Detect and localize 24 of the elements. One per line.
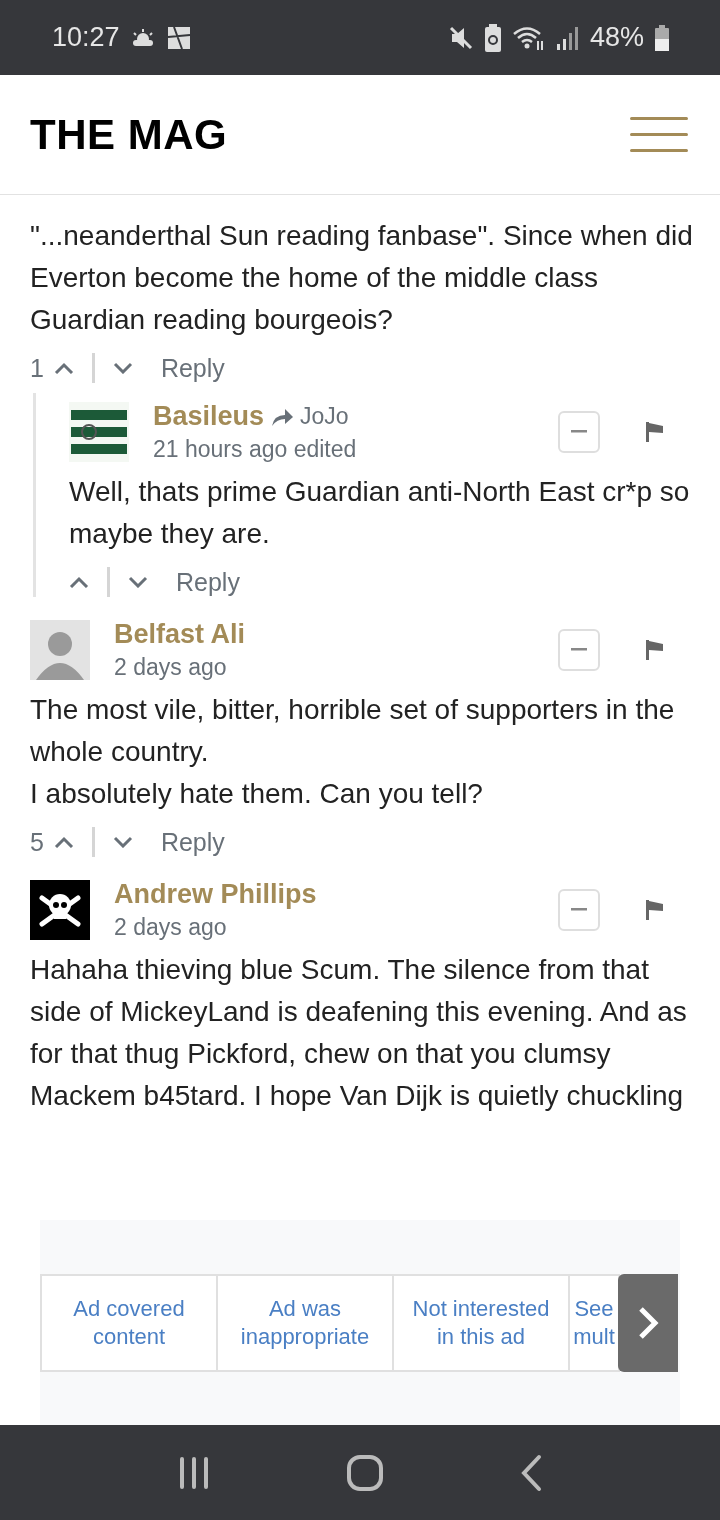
ad-feedback-option[interactable]: Ad covered content xyxy=(40,1273,218,1372)
comment-time: 2 days ago xyxy=(114,914,228,941)
author-name[interactable]: Basileus xyxy=(153,401,265,432)
author-name[interactable]: Andrew Phillips xyxy=(114,879,317,910)
reply-link[interactable]: Reply xyxy=(160,827,225,857)
comment-time: 21 hours ago edited xyxy=(153,436,358,463)
comment-text: The most vile, bitter, horrible set of supporters in the whole country. xyxy=(30,693,676,769)
comment-time: 2 days ago xyxy=(114,654,228,681)
ad-feedback-option[interactable]: See mult xyxy=(568,1273,620,1372)
reply-to-name[interactable]: JoJo xyxy=(300,403,349,430)
vote-count: 1 xyxy=(30,353,44,383)
vote-count: 5 xyxy=(30,827,44,857)
ad-feedback-option[interactable]: Not interested in this ad xyxy=(392,1273,570,1372)
reply-link[interactable]: Reply xyxy=(176,567,240,597)
battery-percentage: 48% xyxy=(589,22,644,53)
comment-text: Well, thats prime Guardian anti-North East cr*p so maybe they are. xyxy=(69,475,691,551)
comment-text: I absolutely hate them. Can you tell? xyxy=(30,777,484,811)
comment-text: "...neanderthal Sun reading fanbase". Since when did Everton become the home of the middle class Guardian reading bourgeois? xyxy=(30,219,694,337)
author-name[interactable]: Belfast Ali xyxy=(114,619,246,650)
site-logo[interactable]: THE MAG xyxy=(30,110,228,159)
ad-feedback-option[interactable]: Ad was inappropriate xyxy=(216,1273,394,1372)
comment-text: Hahaha thieving blue Scum. The silence from that side of MickeyLand is deafening this evening. And as for that thug Pickford, chew on that you clumsy Mackem b45tard. I hope Van Dijk is quietly chuckling xyxy=(30,953,688,1113)
reply-link[interactable]: Reply xyxy=(160,353,225,383)
status-time: 10:27 xyxy=(52,22,120,53)
